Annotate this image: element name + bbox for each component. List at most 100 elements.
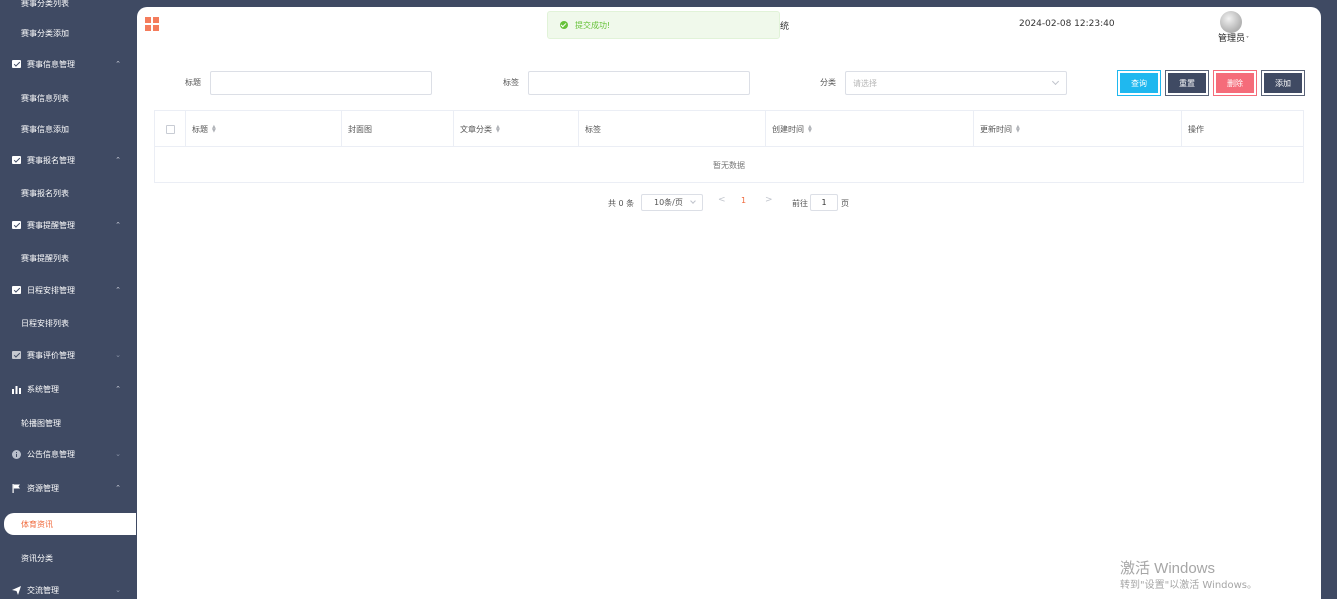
column-label: 标题	[192, 124, 208, 134]
reset-button[interactable]: 重置	[1165, 70, 1209, 96]
column-header-tag: 标签	[578, 111, 765, 147]
sidebar-group-label: 系统管理	[27, 384, 59, 394]
chevron-down-icon	[1051, 77, 1060, 86]
chevron-down-icon: ⌄	[115, 450, 121, 458]
user-menu[interactable]: 管理员˅	[1218, 31, 1249, 44]
chevron-up-icon: ⌃	[115, 156, 121, 164]
sidebar-group-reminder[interactable]: 赛事提醒管理 ⌃	[0, 213, 136, 237]
chevron-up-icon: ⌃	[115, 60, 121, 68]
page-unit-label: 页	[841, 198, 849, 208]
next-page-button[interactable]: >	[765, 195, 773, 205]
total-count: 共 0 条	[608, 198, 635, 208]
column-label: 更新时间	[980, 124, 1012, 134]
sidebar-item-event-add[interactable]: 赛事信息添加	[0, 117, 136, 141]
chevron-down-icon: ˅	[1246, 36, 1250, 43]
page-size-select[interactable]: 10条/页	[641, 194, 703, 211]
column-label: 操作	[1188, 124, 1204, 134]
category-label: 分类	[820, 78, 836, 87]
select-all-checkbox[interactable]	[165, 124, 175, 134]
data-table: 标题 ▲▼ 封面图 文章分类 ▲▼ 标签 创建时间 ▲▼ 更新时间 ▲▼	[154, 110, 1304, 183]
chart-box-icon	[12, 60, 21, 69]
column-header-actions: 操作	[1181, 111, 1303, 147]
prev-page-button[interactable]: <	[718, 195, 726, 205]
sidebar-item-registration-list[interactable]: 赛事报名列表	[0, 181, 136, 205]
sidebar-group-label: 资源管理	[27, 483, 59, 493]
sidebar-group-label: 赛事信息管理	[27, 59, 75, 69]
main-panel: 统 提交成功! 2024-02-08 12:23:40 管理员˅ 标题 标签 分…	[137, 7, 1321, 599]
sidebar-item-label: 赛事提醒列表	[21, 253, 69, 263]
success-toast: 提交成功!	[547, 11, 780, 39]
avatar[interactable]	[1220, 11, 1242, 33]
add-button[interactable]: 添加	[1261, 70, 1305, 96]
sidebar-group-label: 公告信息管理	[27, 449, 75, 459]
chevron-up-icon: ⌃	[115, 221, 121, 229]
title-label: 标题	[185, 78, 201, 87]
category-select[interactable]: 请选择	[845, 71, 1067, 95]
menu-toggle-icon[interactable]	[145, 17, 159, 31]
column-label: 文章分类	[460, 124, 492, 134]
tag-input[interactable]	[528, 71, 750, 95]
goto-label: 前往	[792, 198, 808, 208]
chevron-up-icon: ⌃	[115, 484, 121, 492]
info-icon	[12, 449, 21, 459]
sidebar-item-label: 轮播图管理	[21, 418, 61, 428]
activation-watermark-hint: 转到"设置"以激活 Windows。	[1120, 580, 1258, 591]
sidebar-item-event-list[interactable]: 赛事信息列表	[0, 86, 136, 110]
sidebar-group-event-info[interactable]: 赛事信息管理 ⌃	[0, 52, 136, 76]
select-all-cell	[155, 111, 185, 147]
column-header-created[interactable]: 创建时间 ▲ ▼	[765, 111, 973, 147]
sidebar-item-label: 赛事信息列表	[21, 93, 69, 103]
column-header-title[interactable]: 标题 ▲ ▼	[185, 111, 341, 147]
empty-state: 暂无数据	[713, 160, 745, 170]
sidebar-group-schedule[interactable]: 日程安排管理 ⌃	[0, 278, 136, 302]
chart-box-icon	[12, 156, 21, 165]
page-number-current[interactable]: 1	[741, 196, 746, 205]
sidebar-group-label: 赛事报名管理	[27, 155, 75, 165]
datetime: 2024-02-08 12:23:40	[1019, 19, 1115, 29]
sidebar-item-reminder-list[interactable]: 赛事提醒列表	[0, 246, 136, 270]
sidebar-item-carousel[interactable]: 轮播图管理	[0, 411, 136, 435]
sidebar-item-news-category[interactable]: 资讯分类	[0, 546, 136, 570]
sidebar-group-label: 赛事评价管理	[27, 350, 75, 360]
sidebar-group-label: 交流管理	[27, 585, 59, 595]
category-placeholder: 请选择	[853, 78, 877, 88]
column-header-updated[interactable]: 更新时间 ▲ ▼	[973, 111, 1181, 147]
sidebar-item-category-add[interactable]: 赛事分类添加	[0, 21, 136, 45]
sort-icon[interactable]: ▲ ▼	[212, 125, 216, 134]
delete-button[interactable]: 删除	[1213, 70, 1257, 96]
title-input[interactable]	[210, 71, 432, 95]
sort-icon[interactable]: ▲ ▼	[496, 125, 500, 134]
sidebar-group-notice[interactable]: 公告信息管理 ⌄	[0, 442, 136, 466]
chevron-up-icon: ⌃	[115, 385, 121, 393]
sidebar-item-label: 日程安排列表	[21, 318, 69, 328]
sidebar-item-schedule-list[interactable]: 日程安排列表	[0, 311, 136, 335]
toast-message: 提交成功!	[575, 20, 611, 30]
sidebar-group-system[interactable]: 系统管理 ⌃	[0, 377, 136, 401]
column-header-cover: 封面图	[341, 111, 453, 147]
send-icon	[12, 585, 21, 595]
sidebar-item-sports-news[interactable]: 体育资讯	[4, 513, 136, 535]
sidebar-item-label: 赛事报名列表	[21, 188, 69, 198]
chart-box-icon	[12, 286, 21, 295]
sidebar-item-category-list[interactable]: 赛事分类列表	[0, 0, 136, 15]
column-header-category[interactable]: 文章分类 ▲ ▼	[453, 111, 578, 147]
sidebar-group-resource[interactable]: 资源管理 ⌃	[0, 476, 136, 500]
sidebar-group-exchange[interactable]: 交流管理 ⌄	[0, 578, 136, 599]
chevron-down-icon	[690, 198, 696, 204]
sidebar-group-registration[interactable]: 赛事报名管理 ⌃	[0, 148, 136, 172]
tag-label: 标签	[503, 78, 519, 87]
sidebar-group-evaluation[interactable]: 赛事评价管理 ⌄	[0, 343, 136, 367]
query-button[interactable]: 查询	[1117, 70, 1161, 96]
sort-icon[interactable]: ▲ ▼	[808, 125, 812, 134]
chart-box-icon	[12, 351, 21, 360]
sidebar-item-label: 资讯分类	[21, 553, 53, 563]
sidebar-item-label: 体育资讯	[21, 519, 53, 529]
flag-icon	[12, 483, 21, 493]
column-label: 创建时间	[772, 124, 804, 134]
column-label: 封面图	[348, 124, 372, 134]
activation-watermark-title: 激活 Windows	[1120, 560, 1216, 577]
page-size-value: 10条/页	[654, 198, 683, 207]
sort-icon[interactable]: ▲ ▼	[1016, 125, 1020, 134]
goto-page-input[interactable]: 1	[810, 194, 838, 211]
chevron-down-icon: ⌄	[115, 351, 121, 359]
